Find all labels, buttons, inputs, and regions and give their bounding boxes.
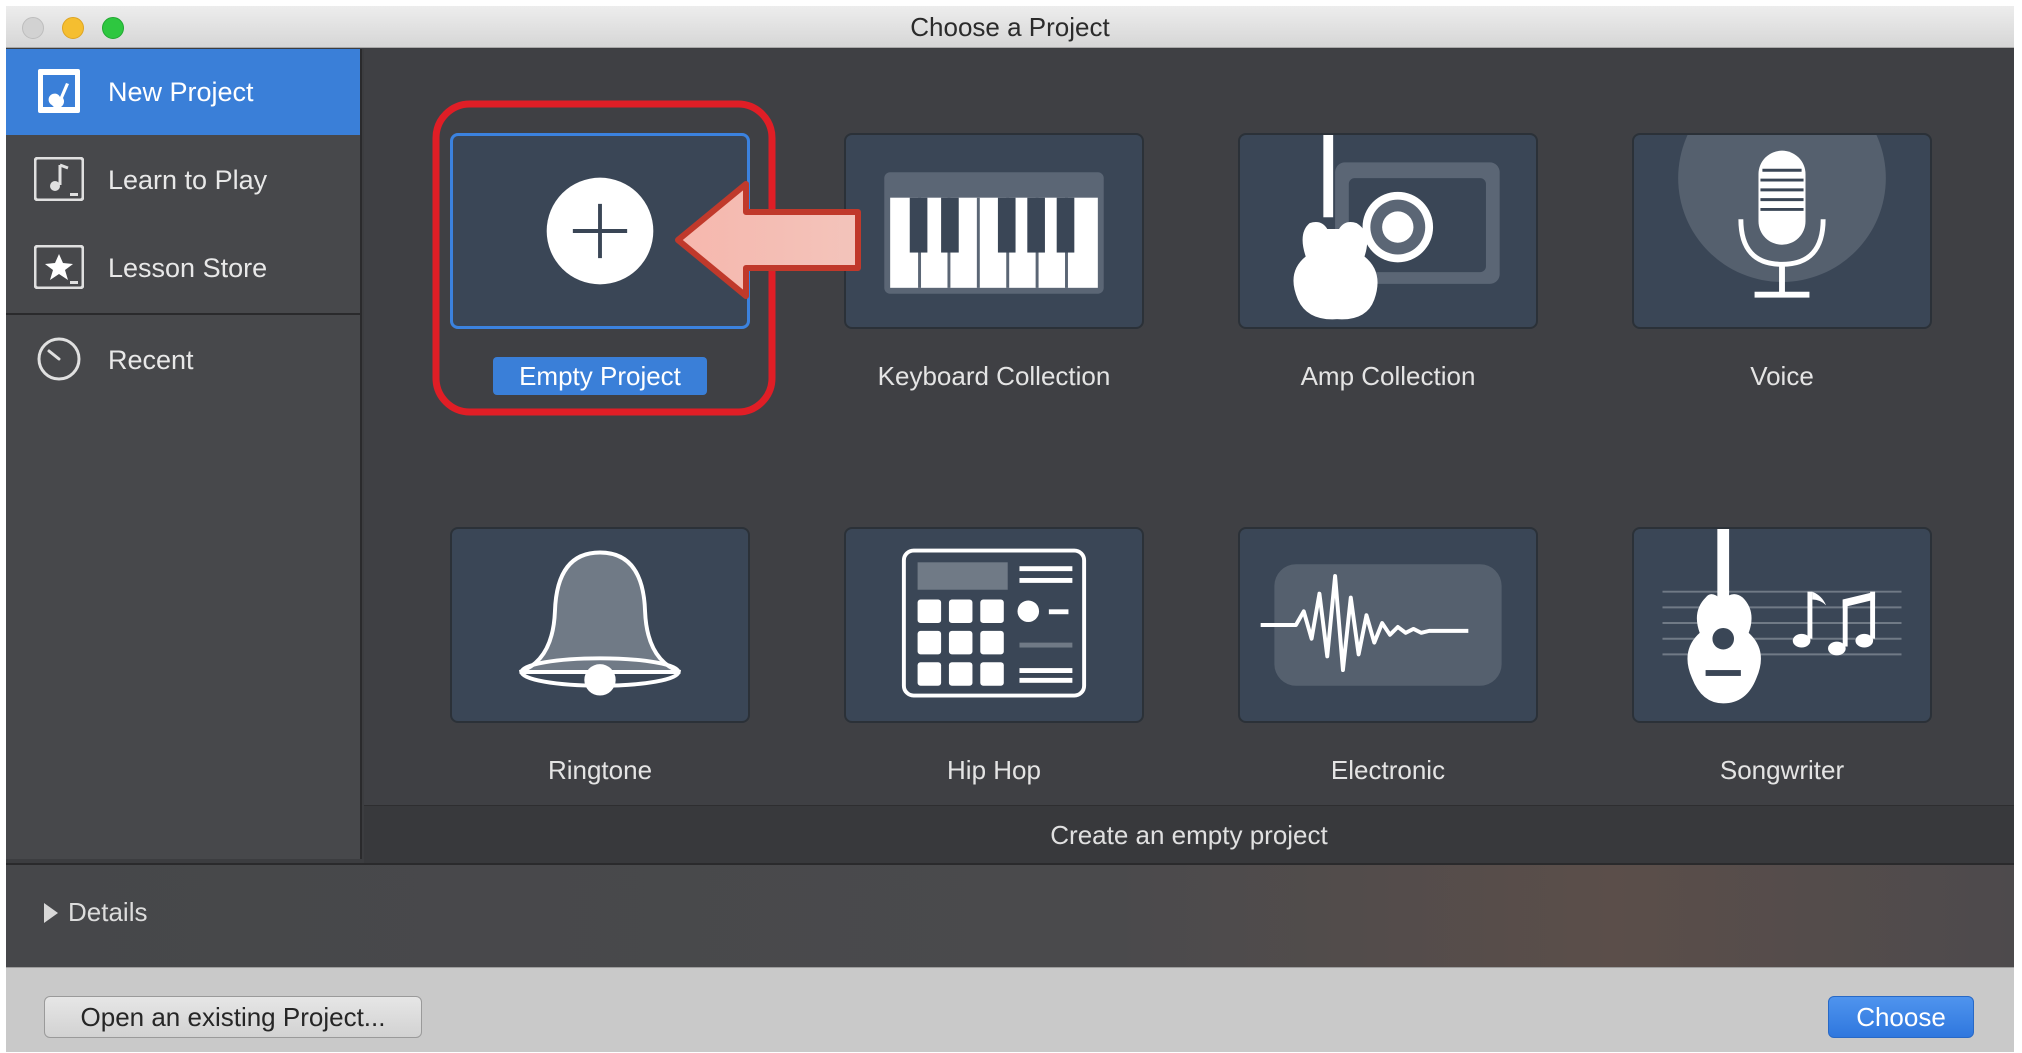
template-empty-project[interactable] [450, 133, 750, 329]
template-description: Create an empty project [364, 805, 2014, 863]
disclosure-triangle-icon[interactable] [44, 903, 58, 923]
template-label-voice: Voice [1750, 361, 1814, 391]
bottom-bar: Open an existing Project... Choose [6, 967, 2014, 1052]
template-label-songwriter: Songwriter [1719, 755, 1845, 785]
star-icon [34, 245, 84, 289]
template-keyboard-collection[interactable] [844, 133, 1144, 329]
acoustic-guitar-icon [1662, 529, 1902, 704]
waveform-icon [1260, 564, 1502, 686]
sidebar-item-recent[interactable]: Recent [6, 317, 360, 403]
new-project-icon [38, 69, 80, 113]
choose-project-window: Choose a Project New Project Learn to Pl… [6, 6, 2014, 1052]
sidebar-item-learn-to-play[interactable]: Learn to Play [6, 137, 360, 223]
template-label-ringtone: Ringtone [547, 755, 653, 785]
drum-machine-icon [901, 548, 1087, 698]
bell-icon [518, 550, 682, 696]
microphone-icon [1678, 135, 1886, 298]
template-ringtone[interactable] [450, 527, 750, 723]
guitar-amp-icon [1293, 135, 1500, 320]
template-amp-collection[interactable] [1238, 133, 1538, 329]
template-electronic[interactable] [1238, 527, 1538, 723]
keyboard-icon [884, 172, 1104, 294]
window-title: Choose a Project [910, 12, 1110, 42]
sidebar-item-label: Recent [108, 344, 194, 375]
sidebar-item-label: Learn to Play [108, 164, 268, 195]
sidebar: New Project Learn to Play Lesson Store R… [6, 49, 362, 859]
sidebar-item-lesson-store[interactable]: Lesson Store [6, 225, 360, 311]
template-hip-hop[interactable] [844, 527, 1144, 723]
sidebar-item-label: Lesson Store [108, 252, 268, 283]
template-grid: Empty Project Keyboard Collection Amp Co… [364, 49, 2014, 805]
template-label-electronic: Electronic [1330, 755, 1446, 785]
details-disclosure[interactable]: Details [6, 863, 2014, 967]
sidebar-divider [6, 313, 360, 315]
template-label-keyboard-collection: Keyboard Collection [877, 361, 1111, 391]
clock-icon [37, 337, 81, 381]
sidebar-item-label: New Project [108, 76, 254, 107]
title-bar: Choose a Project [6, 6, 2014, 48]
open-existing-project-button[interactable]: Open an existing Project... [44, 996, 422, 1038]
details-label: Details [68, 897, 148, 927]
template-label-hip-hop: Hip Hop [947, 755, 1041, 785]
template-songwriter[interactable] [1632, 527, 1932, 723]
music-note-icon [34, 157, 84, 201]
template-label-amp-collection: Amp Collection [1300, 361, 1476, 391]
template-voice[interactable] [1632, 133, 1932, 329]
plus-icon [546, 177, 654, 285]
choose-button[interactable]: Choose [1828, 996, 1974, 1038]
sidebar-item-new-project[interactable]: New Project [6, 49, 360, 135]
template-label-empty-project[interactable]: Empty Project [430, 357, 770, 395]
